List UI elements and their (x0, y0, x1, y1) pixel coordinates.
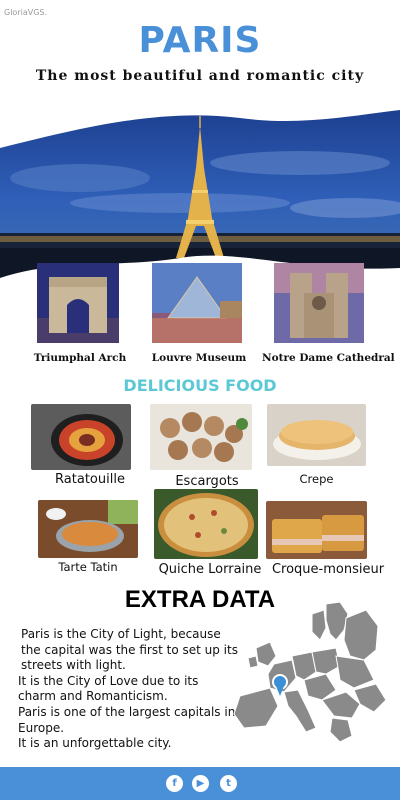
landmarks-row: Triumphal Arch Louvre Museum Notre Dame … (0, 258, 400, 370)
landmark-label-louvre: Louvre Museum (151, 352, 247, 364)
extra-line-4: It is an unforgettable city. (18, 736, 172, 751)
footer-bar: f ▶ t (0, 767, 400, 800)
quiche-lorraine-photo (154, 489, 258, 559)
extra-line-2: It is the City of Love due to its charm … (18, 673, 199, 704)
twitter-icon[interactable]: t (220, 775, 237, 792)
food-heading: DELICIOUS FOOD (123, 376, 277, 395)
extra-line-3: Paris is one of the largest capitals in … (18, 704, 236, 735)
escargots-photo (150, 404, 252, 470)
food-label-escargots: Escargots (175, 474, 239, 489)
louvre-museum-photo (152, 263, 242, 343)
food-label-ratatouille: Ratatouille (55, 472, 125, 487)
food-label-croque-monsieur: Croque-monsieur (271, 562, 385, 577)
landmark-label-notre-dame: Notre Dame Cathedral (262, 352, 395, 364)
tarte-tatin-photo (38, 500, 138, 558)
page-title: PARIS (138, 20, 262, 61)
ratatouille-photo (31, 404, 131, 470)
food-label-tarte-tatin: Tarte Tatin (58, 560, 118, 574)
europe-map (233, 601, 387, 743)
page-subtitle: The most beautiful and romantic city (35, 68, 365, 84)
notre-dame-photo (274, 263, 364, 343)
triumphal-arch-photo (37, 263, 119, 343)
extra-line-1: Paris is the City of Light, because the … (21, 627, 238, 673)
croque-monsieur-photo (266, 501, 367, 559)
food-label-crepe: Crepe (299, 472, 334, 486)
youtube-icon[interactable]: ▶ (192, 775, 209, 792)
extra-data-text: Paris is the City of Light, because the … (18, 627, 240, 752)
food-label-quiche-lorraine: Quiche Lorraine (158, 562, 262, 577)
facebook-icon[interactable]: f (166, 775, 183, 792)
crepe-photo (267, 404, 366, 466)
landmark-label-triumphal-arch: Triumphal Arch (33, 352, 127, 364)
watermark: GloriaVGS. (4, 8, 48, 17)
